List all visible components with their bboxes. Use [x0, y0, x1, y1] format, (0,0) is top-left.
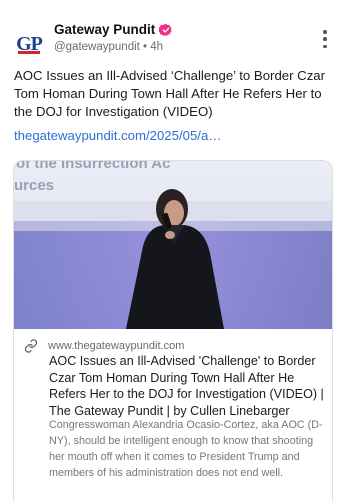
author-name-row: Gateway Pundit [54, 22, 173, 37]
preview-description: Congresswoman Alexandria Ocasio-Cortez, … [49, 419, 323, 479]
author-meta: @gatewaypundit • 4h [54, 41, 163, 53]
link-icon [24, 339, 38, 353]
preview-thumbnail[interactable]: of the Insurrection Ac urces [14, 161, 332, 329]
verified-badge-icon [159, 23, 173, 37]
social-post: GP Gateway Pundit @gatewaypundit • 4h AO… [0, 0, 345, 501]
thumbnail-overlay-line1: of the Insurrection Ac [16, 161, 171, 172]
preview-title[interactable]: AOC Issues an Ill-Advised 'Challenge' to… [49, 353, 327, 419]
thumbnail-overlay-line2: urces [14, 177, 55, 194]
more-vertical-icon[interactable] [322, 30, 328, 48]
preview-domain-row: www.thegatewaypundit.com [24, 339, 184, 353]
link-preview-card[interactable]: of the Insurrection Ac urces www.thegate… [13, 160, 333, 501]
avatar[interactable]: GP [14, 24, 44, 54]
post-header: GP Gateway Pundit @gatewaypundit • 4h [14, 22, 334, 58]
post-text: AOC Issues an Ill-Advised ‘Challenge’ to… [14, 68, 326, 119]
post-link[interactable]: thegatewaypundit.com/2025/05/a… [14, 128, 336, 143]
preview-domain: www.thegatewaypundit.com [48, 340, 185, 352]
author-handle[interactable]: @gatewaypundit [54, 41, 140, 53]
post-time[interactable]: 4h [150, 41, 163, 53]
avatar-underline [18, 51, 40, 54]
author-name[interactable]: Gateway Pundit [54, 22, 155, 37]
